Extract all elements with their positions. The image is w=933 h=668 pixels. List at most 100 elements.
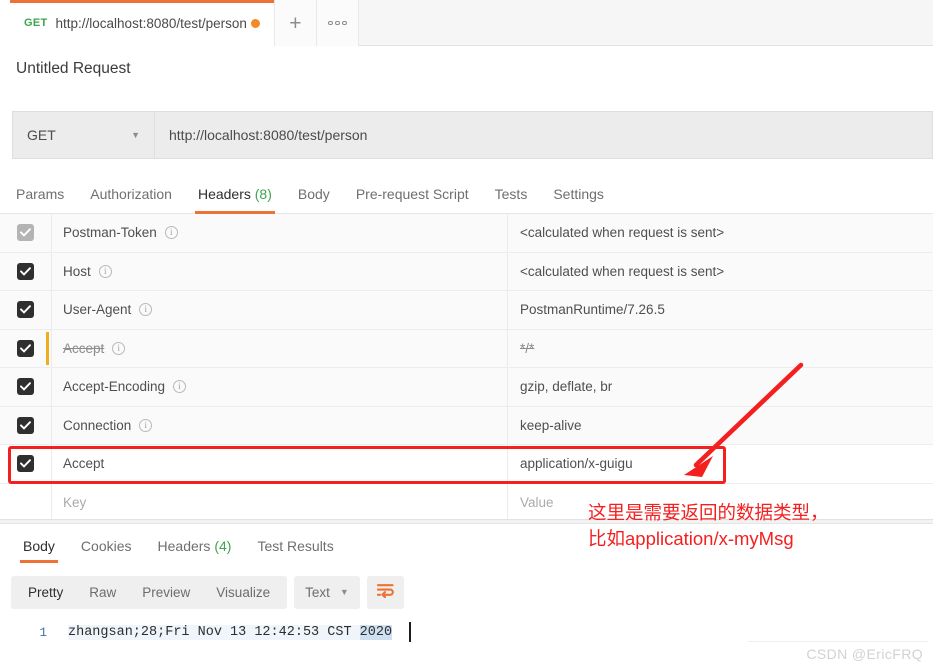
headers-table: Postman-Token i <calculated when request… [0,214,933,522]
tab-tests[interactable]: Tests [482,186,541,213]
annotation-text-line-2: 比如application/x-myMsg [588,528,794,550]
checkbox-checked-icon[interactable] [17,378,34,396]
header-value-cell[interactable]: application/x-guigu [508,445,933,483]
checkbox-checked-icon[interactable] [17,262,34,280]
response-body-selection: 2020 [359,625,393,640]
table-row[interactable]: Accept-Encoding i gzip, deflate, br [0,368,933,407]
header-key-cell[interactable]: User-Agent i [52,291,508,329]
checkbox-checked-icon[interactable] [17,301,34,319]
response-body-line[interactable]: zhangsan;28;Fri Nov 13 12:42:53 CST 2020 [68,625,393,640]
header-key-cell[interactable]: Accept-Encoding i [52,368,508,406]
header-key-cell[interactable]: Host i [52,252,508,290]
body-format-select[interactable]: Text ▼ [294,576,360,609]
tab-pre-request-script-label: Pre-request Script [355,186,469,202]
header-value-cell[interactable]: <calculated when request is sent> [508,214,933,252]
new-tab-button[interactable]: + [274,0,317,46]
checkbox-checked-icon[interactable] [17,455,34,473]
tab-headers-label: Headers [197,186,251,202]
info-icon[interactable]: i [164,226,178,240]
method-select[interactable]: GET ▼ [13,112,155,158]
body-view-pretty[interactable]: Pretty [15,585,76,600]
tab-body[interactable]: Body [285,186,343,213]
response-tab-cookies-label: Cookies [80,538,132,554]
info-icon[interactable]: i [139,418,153,432]
header-value-cell[interactable]: keep-alive [508,407,933,445]
body-view-visualize[interactable]: Visualize [203,585,283,600]
response-tab-headers[interactable]: Headers (4) [145,538,245,563]
postman-window: GET http://localhost:8080/test/person + … [0,0,933,668]
header-value-cell[interactable]: gzip, deflate, br [508,368,933,406]
body-format-select-value: Text [305,585,330,600]
header-value-cell[interactable]: PostmanRuntime/7.26.5 [508,291,933,329]
row-checkbox-cell[interactable] [0,483,52,521]
row-checkbox-cell[interactable] [0,368,52,406]
tab-headers-count: (8) [254,186,272,202]
line-number-gutter: 1 [39,626,47,640]
row-checkbox-cell[interactable] [0,445,52,483]
header-key-cell[interactable]: Accept i [52,329,508,367]
header-key-text: User-Agent [63,302,132,318]
checkbox-checked-icon[interactable] [17,339,34,357]
header-key-cell[interactable]: Postman-Token i [52,214,508,252]
annotation-text-line-1: 这里是需要返回的数据类型， [588,502,829,523]
response-tab-body[interactable]: Body [10,538,68,563]
header-value-cell[interactable]: <calculated when request is sent> [508,253,933,291]
response-tab-cookies[interactable]: Cookies [68,538,145,563]
header-key-cell[interactable]: Accept [52,445,508,483]
table-row-highlighted[interactable]: Accept application/x-guigu [0,445,933,484]
header-value-text: PostmanRuntime/7.26.5 [520,302,665,318]
info-icon[interactable]: i [173,380,187,394]
body-view-preview[interactable]: Preview [129,585,203,600]
tab-settings[interactable]: Settings [540,186,617,213]
body-view-switcher: Pretty Raw Preview Visualize [11,576,288,609]
row-checkbox-cell[interactable] [0,406,52,444]
overridden-marker [46,331,49,365]
tab-options-button[interactable] [316,0,359,46]
response-tab-test-results[interactable]: Test Results [244,538,346,563]
checkbox-checked-disabled-icon[interactable] [17,224,34,242]
tab-tests-label: Tests [494,186,528,202]
header-key-text: Accept [63,456,105,472]
row-checkbox-cell[interactable] [0,329,52,367]
tab-authorization[interactable]: Authorization [77,186,185,213]
plus-icon: + [289,11,302,35]
table-row[interactable]: Host i <calculated when request is sent> [0,252,933,291]
info-icon[interactable]: i [139,303,153,317]
tab-pre-request-script[interactable]: Pre-request Script [343,186,482,213]
row-checkbox-cell[interactable] [0,291,52,329]
tab-url-label: http://localhost:8080/test/person [55,15,247,31]
header-value-text: */* [520,340,535,356]
table-row[interactable]: User-Agent i PostmanRuntime/7.26.5 [0,291,933,330]
tab-params[interactable]: Params [16,186,77,213]
table-row[interactable]: Accept i */* [0,329,933,368]
info-icon[interactable]: i [112,341,126,355]
header-value-cell[interactable]: */* [508,330,933,368]
watermark-label: CSDN @EricFRQ [806,646,923,662]
watermark-rule [748,641,928,642]
info-icon[interactable]: i [98,264,112,278]
url-bar: GET ▼ http://localhost:8080/test/person [12,111,933,159]
tab-authorization-label: Authorization [90,186,172,202]
tab-headers[interactable]: Headers (8) [185,186,285,214]
response-body-viewer[interactable]: 1 zhangsan;28;Fri Nov 13 12:42:53 CST 20… [0,620,933,668]
header-key-cell[interactable]: Connection i [52,406,508,444]
header-key-text: Accept-Encoding [63,379,166,395]
tab-method-label: GET [24,17,48,29]
header-key-text: Host [63,263,91,279]
tab-strip-filler [358,0,933,45]
method-select-value: GET [27,127,56,143]
url-input[interactable]: http://localhost:8080/test/person [155,112,932,158]
response-body-toolbar: Pretty Raw Preview Visualize Text ▼ [11,576,404,609]
table-row[interactable]: Postman-Token i <calculated when request… [0,214,933,253]
row-checkbox-cell[interactable] [0,214,52,252]
chevron-down-icon: ▼ [339,587,349,597]
body-view-raw[interactable]: Raw [76,585,129,600]
request-tab-active[interactable]: GET http://localhost:8080/test/person [0,0,275,46]
row-checkbox-cell[interactable] [0,252,52,290]
new-header-key-input[interactable]: Key [52,483,508,521]
tab-body-label: Body [297,186,330,202]
table-row[interactable]: Connection i keep-alive [0,406,933,445]
checkbox-checked-icon[interactable] [17,416,34,434]
header-value-text: gzip, deflate, br [520,379,613,395]
word-wrap-button[interactable] [366,576,404,609]
